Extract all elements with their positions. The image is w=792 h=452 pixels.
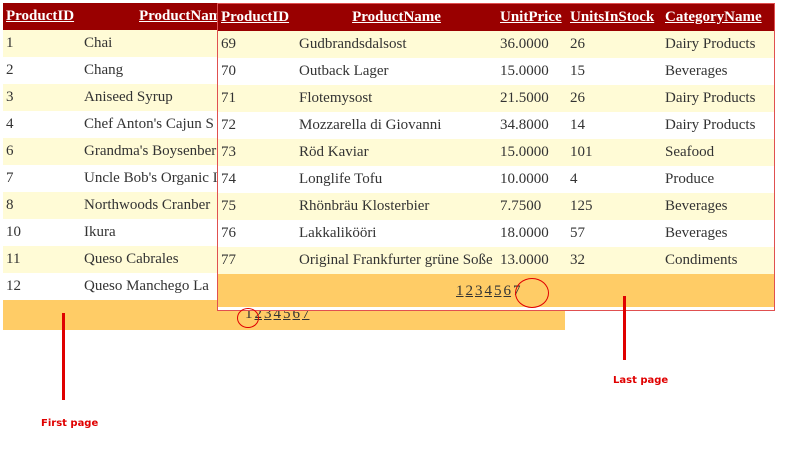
header-unitsinstock[interactable]: UnitsInStock xyxy=(567,4,662,31)
table-row: 72 Mozzarella di Giovanni 34.8000 14 Dairy P… xyxy=(218,112,774,139)
current-page-circle-first xyxy=(237,308,259,328)
table-cell: Beverages xyxy=(662,220,774,247)
first-page-label: First page xyxy=(41,418,99,429)
table-cell: 7.7500 xyxy=(497,193,567,220)
table-cell: Mozzarella di Giovanni xyxy=(296,112,497,139)
pager-links: 1234567 xyxy=(455,283,522,300)
header-productid[interactable]: ProductID xyxy=(3,3,81,30)
table-cell: 11 xyxy=(3,246,81,273)
table-cell: Lakkalikööri xyxy=(296,220,497,247)
table-cell: 21.5000 xyxy=(497,85,567,112)
table-cell: Rhönbräu Klosterbier xyxy=(296,193,497,220)
last-grid-pager: 1234567 xyxy=(218,274,774,307)
table-cell: 34.8000 xyxy=(497,112,567,139)
table-cell: 71 xyxy=(218,85,296,112)
table-row: 75 Rhönbräu Klosterbier 7.7500 125 Beverages xyxy=(218,193,774,220)
table-row: 76 Lakkalikööri 18.0000 57 Beverages xyxy=(218,220,774,247)
table-cell: 72 xyxy=(218,112,296,139)
table-cell: Original Frankfurter grüne Soße xyxy=(296,247,497,274)
table-cell: Röd Kaviar xyxy=(296,139,497,166)
table-cell: 69 xyxy=(218,31,296,58)
current-page-circle-last xyxy=(515,278,549,308)
table-cell: 76 xyxy=(218,220,296,247)
header-productname[interactable]: ProductName xyxy=(296,4,497,31)
header-productid[interactable]: ProductID xyxy=(218,4,296,31)
table-cell: 101 xyxy=(567,139,662,166)
last-page-label: Last page xyxy=(613,375,669,386)
table-cell: 77 xyxy=(218,247,296,274)
table-cell: Longlife Tofu xyxy=(296,166,497,193)
table-cell: Flotemysost xyxy=(296,85,497,112)
header-categoryname[interactable]: CategoryName xyxy=(662,4,774,31)
table-cell: Dairy Products xyxy=(662,85,774,112)
table-cell: 36.0000 xyxy=(497,31,567,58)
table-cell: 6 xyxy=(3,138,81,165)
table-row: 70 Outback Lager 15.0000 15 Beverages xyxy=(218,58,774,85)
table-cell: 125 xyxy=(567,193,662,220)
table-cell: 2 xyxy=(3,57,81,84)
last-page-arrow xyxy=(623,296,626,360)
table-cell: Dairy Products xyxy=(662,112,774,139)
table-cell: 14 xyxy=(567,112,662,139)
table-row: 77 Original Frankfurter grüne Soße 13.0000… xyxy=(218,247,774,274)
table-cell: Gudbrandsdalsost xyxy=(296,31,497,58)
table-row: 73 Röd Kaviar 15.0000 101 Seafood xyxy=(218,139,774,166)
table-cell: 7 xyxy=(3,165,81,192)
page-link[interactable]: 5 xyxy=(494,283,502,299)
table-cell: Beverages xyxy=(662,193,774,220)
table-cell: 4 xyxy=(3,111,81,138)
page-link[interactable]: 3 xyxy=(475,283,483,299)
table-cell: Beverages xyxy=(662,58,774,85)
header-row: ProductID ProductName UnitPrice UnitsInS… xyxy=(218,4,774,31)
page-link[interactable]: 1 xyxy=(456,283,464,299)
table-cell: 10 xyxy=(3,219,81,246)
first-page-arrow xyxy=(62,313,65,400)
table-cell: 10.0000 xyxy=(497,166,567,193)
table-cell: 13.0000 xyxy=(497,247,567,274)
header-unitprice[interactable]: UnitPrice xyxy=(497,4,567,31)
table-cell: Condiments xyxy=(662,247,774,274)
table-cell: 1 xyxy=(3,30,81,57)
table-cell: Produce xyxy=(662,166,774,193)
table-cell: 4 xyxy=(567,166,662,193)
table-cell: 18.0000 xyxy=(497,220,567,247)
table-cell: 73 xyxy=(218,139,296,166)
table-cell: Outback Lager xyxy=(296,58,497,85)
table-row: 71 Flotemysost 21.5000 26 Dairy Products xyxy=(218,85,774,112)
table-cell: 26 xyxy=(567,85,662,112)
table-cell: 3 xyxy=(3,84,81,111)
page-link[interactable]: 6 xyxy=(504,283,512,299)
table-cell: Dairy Products xyxy=(662,31,774,58)
page-link[interactable]: 4 xyxy=(485,283,493,299)
table-cell: 15.0000 xyxy=(497,139,567,166)
products-table-last-page: ProductID ProductName UnitPrice UnitsInS… xyxy=(218,4,774,274)
table-cell: 15.0000 xyxy=(497,58,567,85)
table-cell: 26 xyxy=(567,31,662,58)
table-cell: 74 xyxy=(218,166,296,193)
table-cell: 15 xyxy=(567,58,662,85)
table-cell: 8 xyxy=(3,192,81,219)
page-link[interactable]: 2 xyxy=(466,283,474,299)
table-cell: 57 xyxy=(567,220,662,247)
table-cell: 70 xyxy=(218,58,296,85)
table-cell: 32 xyxy=(567,247,662,274)
table-cell: 12 xyxy=(3,273,81,300)
table-cell: Seafood xyxy=(662,139,774,166)
last-page-grid: ProductID ProductName UnitPrice UnitsInS… xyxy=(217,3,775,311)
table-row: 69 Gudbrandsdalsost 36.0000 26 Dairy Product… xyxy=(218,31,774,58)
table-row: 74 Longlife Tofu 10.0000 4 Produce xyxy=(218,166,774,193)
last-grid-body: 69 Gudbrandsdalsost 36.0000 26 Dairy Product… xyxy=(218,31,774,274)
table-cell: 75 xyxy=(218,193,296,220)
